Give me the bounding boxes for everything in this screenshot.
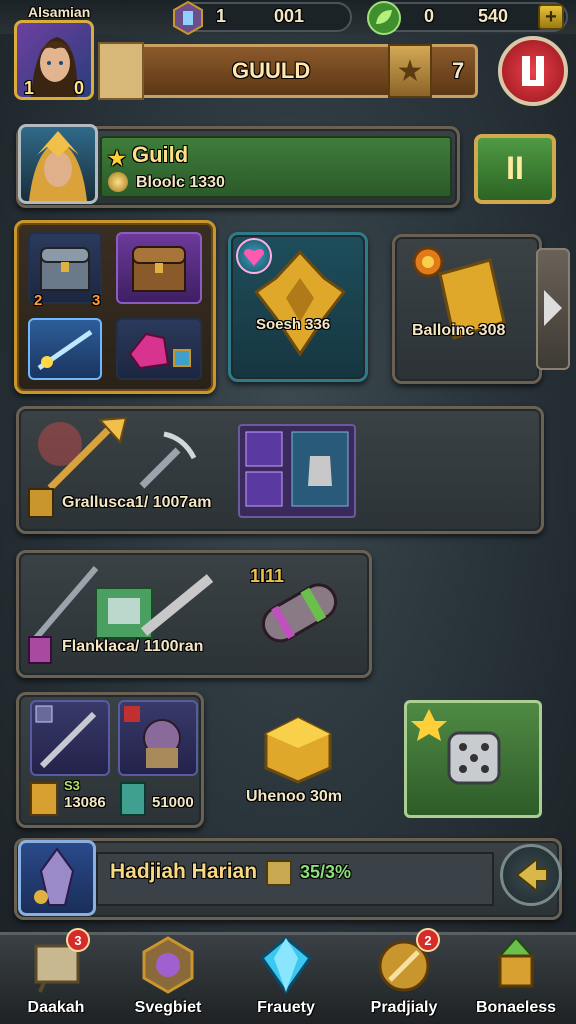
magic-scepter-icon [30,414,134,496]
shop-left-tag: S3 [64,778,80,793]
nav-label: Frauety [257,999,315,1016]
wood-chest-slot[interactable] [116,232,202,304]
nav-bonaeless[interactable]: Bonaeless [466,930,566,1024]
add-gold-button[interactable]: + [538,4,564,30]
bundle-label: Balloinc 308 [412,322,506,339]
dice-button[interactable] [404,700,542,818]
hero-progress: 35/3% [300,862,352,882]
next-arrow-button[interactable] [536,248,570,370]
forge-weapons-icon [26,558,226,648]
gem-count: 1 [216,6,227,26]
crystal-tower-icon [34,847,75,906]
chest-right-count: 3 [92,292,101,309]
nav-label: Daakah [27,999,85,1016]
nav-label: Pradjialy [370,999,438,1016]
crate-right-icon [120,782,146,816]
nav-badge: 2 [416,928,440,952]
crystal-icon [259,936,313,995]
nav-daakah[interactable]: Daakah [6,930,106,1024]
nav-label: Svegbiet [134,999,202,1016]
tower-icon [497,936,535,988]
chevron-right-icon [544,290,562,326]
level-left: 1 [24,78,35,98]
nav-badge: 3 [66,928,90,952]
banner-title: GUULD [232,58,311,83]
gold-value: 540 [478,6,509,26]
bullet-capsule-icon [254,570,344,654]
spear-icon [35,705,97,769]
pickaxe-icon [134,428,200,494]
dice-icon [411,709,501,785]
crafting-label: Grallusca1/ 1007am [62,494,212,511]
nav-svegbiet[interactable]: Svegbiet [118,930,218,1024]
lightning-sword-icon [37,329,93,371]
level-right: 0 [74,78,85,98]
energy-count: 0 [424,6,435,26]
back-button[interactable] [500,844,562,906]
arrow-left-icon [515,856,548,894]
guild-action-button[interactable]: II [474,134,556,204]
iron-chest-icon [40,247,90,291]
shop-right-value: 51000 [152,794,194,811]
crafting-tag-icon [28,488,54,518]
lightning-sword-slot[interactable] [28,318,102,380]
rune-card-slot[interactable] [238,424,356,518]
energy-leaf-icon [366,0,402,36]
coin-stack-icon [108,172,128,192]
shield-label: Soesh 336 [256,316,331,333]
guild-name: Guild [132,142,189,167]
gem-icon [170,0,206,36]
knight-slot[interactable] [118,700,198,776]
warrior-portrait-icon [29,131,87,201]
banner-map-icon [98,42,144,100]
nav-frauety[interactable]: Frauety [236,930,336,1024]
rank-star-icon: ★ [388,44,432,98]
player-name: Alsamian [28,4,91,20]
wood-chest-icon [132,246,186,292]
hero-crystal-slot[interactable] [18,840,96,916]
crate-left-icon [30,782,58,816]
exit-button[interactable] [498,36,568,106]
box-icon [266,860,292,886]
orb-icon [142,936,194,994]
pink-gem-icon [128,332,191,370]
gem-value: 001 [274,6,305,26]
golden-cube-icon [258,712,338,786]
guild-star: ★ [108,148,126,170]
nav-label: Bonaeless [475,999,557,1016]
banner-rank: 7 [452,58,465,83]
chest-left-count: 2 [34,292,43,309]
hero-name: Hadjiah Harian [110,860,258,883]
rune-icon [245,431,349,507]
forge-tag-icon [28,636,52,664]
golden-shield-icon [250,248,350,358]
cube-label: Uhenoo 30m [246,788,343,805]
guild-leader-avatar[interactable] [18,124,98,204]
door-icon [522,56,544,86]
forge-label: Flanklaca/ 1100ran [62,638,204,655]
guild-subtitle: Bloolc 1330 [136,174,225,191]
knight-icon [124,706,181,768]
gem-slot[interactable] [116,318,202,380]
shop-left-value: 13086 [64,794,106,811]
spear-slot[interactable] [30,700,110,776]
